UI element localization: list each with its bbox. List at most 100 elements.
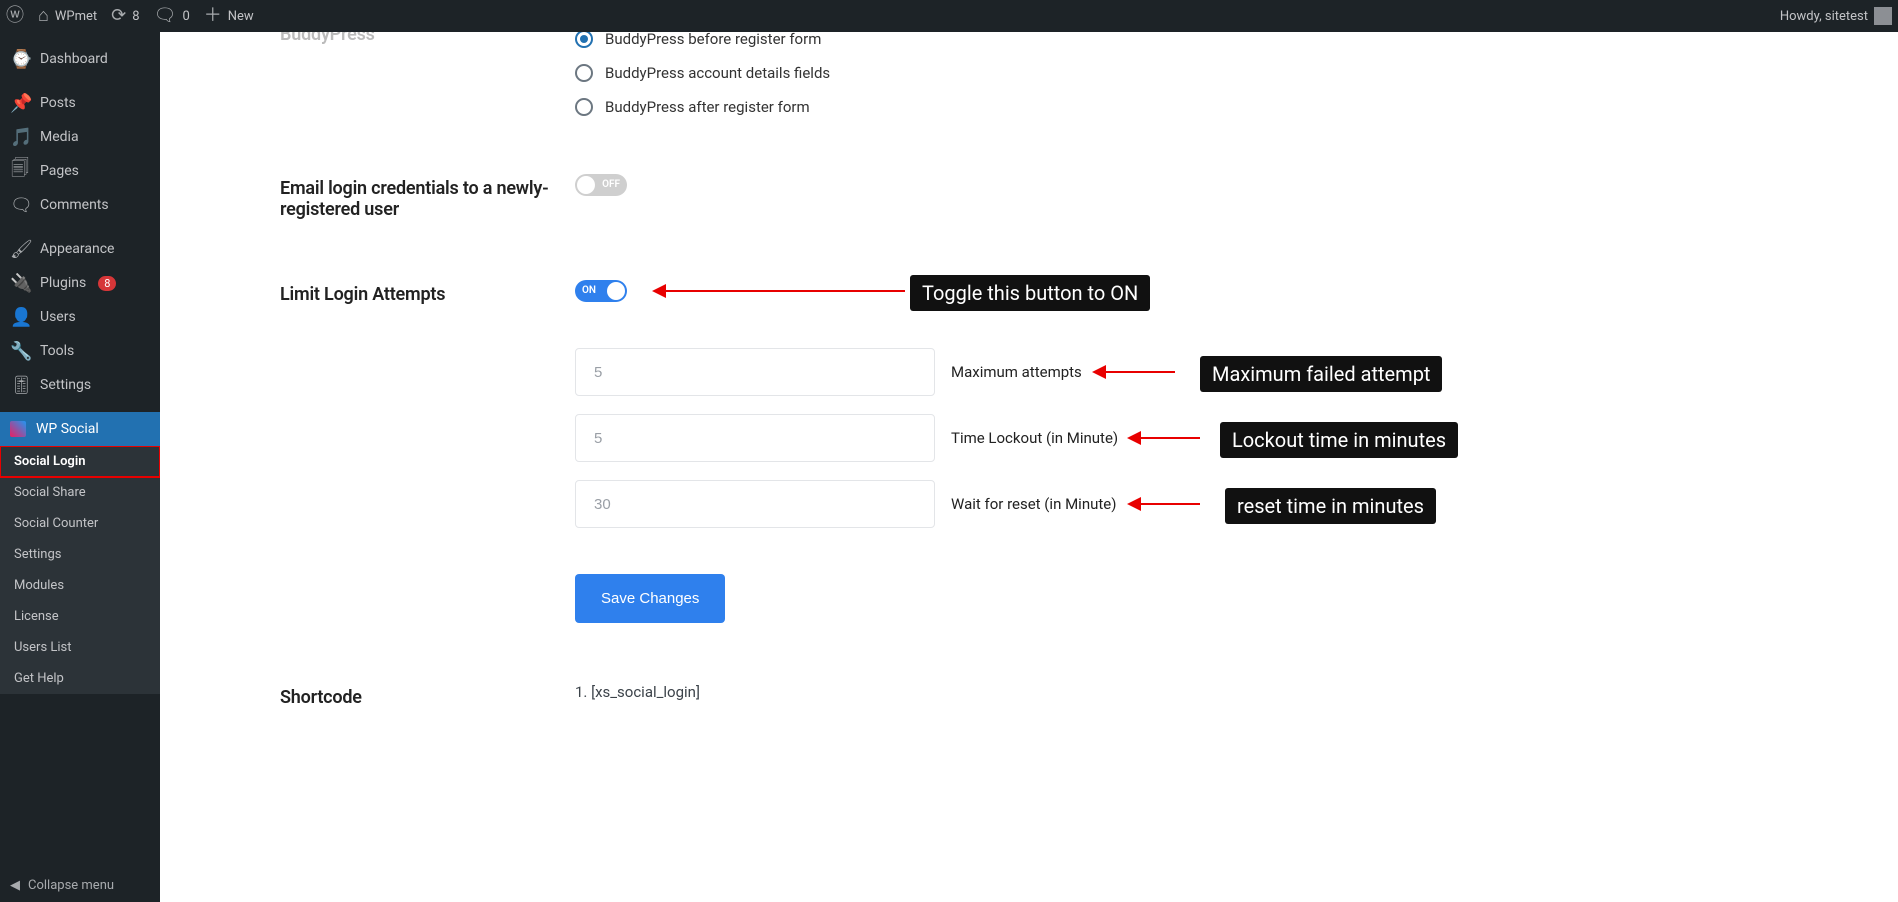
annotation-arrow <box>655 290 905 292</box>
menu-posts[interactable]: 📌 Posts <box>0 86 160 120</box>
menu-dashboard-label: Dashboard <box>40 51 108 67</box>
toggle-off-text: OFF <box>602 179 620 190</box>
radio-icon <box>575 32 593 48</box>
menu-wp-social-label: WP Social <box>36 421 99 437</box>
menu-plugins[interactable]: 🔌 Plugins 8 <box>0 266 160 300</box>
submenu-get-help[interactable]: Get Help <box>0 663 160 694</box>
annotation-reset-time: reset time in minutes <box>1225 488 1436 524</box>
annotation-toggle-on: Toggle this button to ON <box>910 275 1150 311</box>
submenu-social-login[interactable]: Social Login <box>0 446 160 477</box>
email-credentials-toggle[interactable]: OFF <box>575 174 627 196</box>
plus-icon: ＋ <box>204 7 222 25</box>
menu-media-label: Media <box>40 129 79 145</box>
menu-comments-label: Comments <box>40 197 109 213</box>
menu-posts-label: Posts <box>40 95 76 111</box>
my-account-link[interactable]: Howdy, sitetest <box>1780 7 1892 25</box>
site-name: WPmet <box>55 9 97 24</box>
menu-settings[interactable]: 🎚 Settings <box>0 368 160 402</box>
menu-appearance-label: Appearance <box>40 241 114 257</box>
new-label: New <box>228 9 254 24</box>
annotation-arrow <box>1130 437 1200 439</box>
menu-appearance[interactable]: 🖌 Appearance <box>0 232 160 266</box>
dashboard-icon: ⌚ <box>10 49 30 70</box>
shortcode-item-1: 1. [xs_social_login] <box>575 683 1778 701</box>
update-icon: ⟳ <box>111 7 126 25</box>
wordpress-icon: ⓦ <box>6 7 24 25</box>
new-content-link[interactable]: ＋ New <box>204 7 254 25</box>
updates-link[interactable]: ⟳ 8 <box>111 7 139 25</box>
menu-users[interactable]: 👤 Users <box>0 300 160 334</box>
lockout-label: Time Lockout (in Minute) <box>951 429 1118 447</box>
submenu-users-list[interactable]: Users List <box>0 632 160 663</box>
submenu-social-share-label: Social Share <box>14 485 86 500</box>
plugin-icon: 🔌 <box>10 273 30 294</box>
media-icon: 🎵 <box>10 127 30 148</box>
submenu-modules[interactable]: Modules <box>0 570 160 601</box>
limit-login-label: Limit Login Attempts <box>280 280 575 305</box>
shortcode-label: Shortcode <box>280 683 575 708</box>
toggle-on-text: ON <box>582 285 596 296</box>
comments-count: 0 <box>182 9 189 24</box>
updates-count: 8 <box>132 9 139 24</box>
submenu-license[interactable]: License <box>0 601 160 632</box>
limit-login-toggle[interactable]: ON <box>575 280 627 302</box>
max-attempts-label: Maximum attempts <box>951 363 1082 381</box>
annotation-arrow <box>1095 371 1175 373</box>
site-name-link[interactable]: ⌂ WPmet <box>38 7 97 25</box>
annotation-arrow <box>1130 503 1200 505</box>
toggle-knob <box>577 176 595 194</box>
save-changes-label: Save Changes <box>601 590 699 607</box>
menu-tools-label: Tools <box>40 343 74 359</box>
menu-plugins-label: Plugins <box>40 275 86 291</box>
menu-media[interactable]: 🎵 Media <box>0 120 160 154</box>
avatar <box>1874 7 1892 25</box>
admin-menu: ⌚ Dashboard 📌 Posts 🎵 Media 🗐 Pages 🗨 Co… <box>0 32 160 902</box>
wait-reset-input[interactable] <box>575 480 935 528</box>
menu-tools[interactable]: 🔧 Tools <box>0 334 160 368</box>
submenu-social-counter[interactable]: Social Counter <box>0 508 160 539</box>
submenu-social-share[interactable]: Social Share <box>0 477 160 508</box>
submenu-license-label: License <box>14 609 59 624</box>
wp-social-icon <box>10 421 26 437</box>
menu-wp-social[interactable]: WP Social <box>0 412 160 446</box>
toggle-knob <box>607 282 625 300</box>
comment-icon: 🗨 <box>154 7 177 25</box>
radio-bp-after[interactable]: BuddyPress after register form <box>575 90 1778 124</box>
settings-icon: 🎚 <box>10 375 30 396</box>
submenu-get-help-label: Get Help <box>14 671 64 686</box>
radio-icon <box>575 98 593 116</box>
howdy-text: Howdy, sitetest <box>1780 9 1868 24</box>
wait-reset-label: Wait for reset (in Minute) <box>951 495 1116 513</box>
menu-users-label: Users <box>40 309 76 325</box>
email-credentials-label: Email login credentials to a newly-regis… <box>280 174 575 220</box>
comments-link[interactable]: 🗨 0 <box>154 7 190 25</box>
pin-icon: 📌 <box>10 93 30 114</box>
submenu-users-list-label: Users List <box>14 640 72 655</box>
wp-admin-bar: ⓦ ⌂ WPmet ⟳ 8 🗨 0 ＋ New Howdy, sitetest <box>0 0 1898 32</box>
wp-logo-menu[interactable]: ⓦ <box>6 7 24 25</box>
radio-bp-before[interactable]: BuddyPress before register form <box>575 32 1778 56</box>
submenu-settings-label: Settings <box>14 547 61 562</box>
menu-pages-label: Pages <box>40 163 79 179</box>
save-changes-button[interactable]: Save Changes <box>575 574 725 623</box>
annotation-max-failed: Maximum failed attempt <box>1200 356 1442 392</box>
menu-dashboard[interactable]: ⌚ Dashboard <box>0 42 160 76</box>
submenu-social-login-label: Social Login <box>14 454 85 469</box>
menu-comments[interactable]: 🗨 Comments <box>0 188 160 222</box>
menu-pages[interactable]: 🗐 Pages <box>0 154 160 188</box>
collapse-menu-button[interactable]: ◀ Collapse menu <box>0 868 160 902</box>
annotation-lockout-time: Lockout time in minutes <box>1220 422 1458 458</box>
submenu-social-counter-label: Social Counter <box>14 516 98 531</box>
comment-icon: 🗨 <box>10 195 30 216</box>
max-attempts-input[interactable] <box>575 348 935 396</box>
buddypress-section-label-partial: BuddyPress <box>280 32 575 45</box>
radio-bp-details[interactable]: BuddyPress account details fields <box>575 56 1778 90</box>
users-icon: 👤 <box>10 307 30 328</box>
page-icon: 🗐 <box>10 156 30 186</box>
submenu-settings[interactable]: Settings <box>0 539 160 570</box>
radio-bp-after-label: BuddyPress after register form <box>605 98 810 116</box>
lockout-input[interactable] <box>575 414 935 462</box>
submenu-modules-label: Modules <box>14 578 64 593</box>
content-area: BuddyPress BuddyPress before register fo… <box>160 32 1898 902</box>
tools-icon: 🔧 <box>10 341 30 362</box>
